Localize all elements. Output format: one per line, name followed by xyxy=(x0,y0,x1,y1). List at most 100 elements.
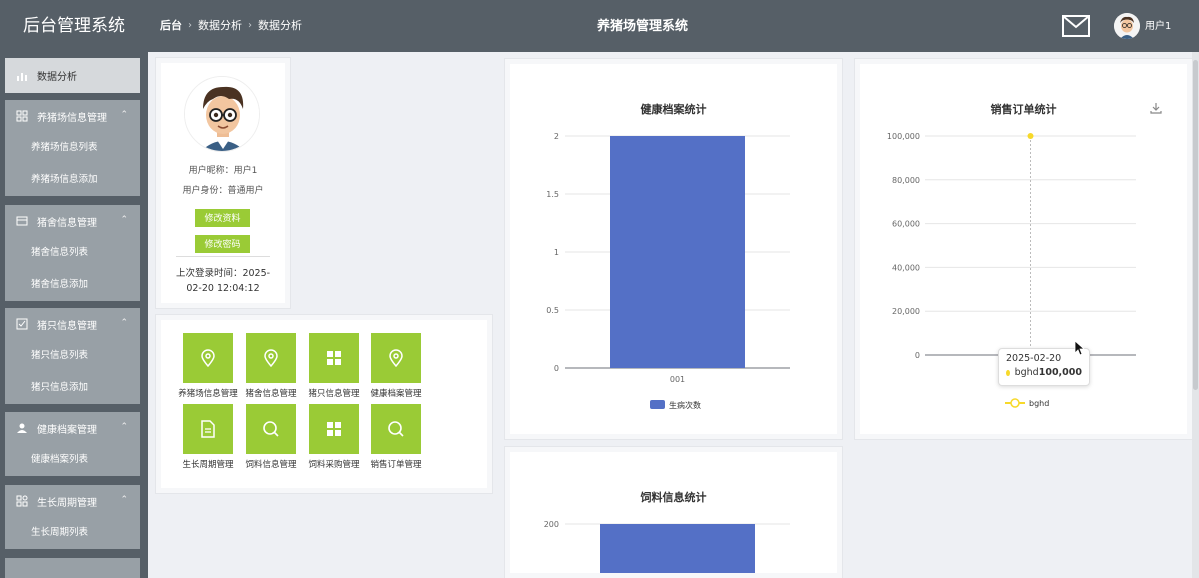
breadcrumb-item: 数据分析 xyxy=(258,19,302,32)
sidebar-item[interactable]: 养猪场信息添加 xyxy=(5,164,140,196)
quick-link-health[interactable]: 健康档案管理 xyxy=(360,333,432,399)
sidebar-item[interactable]: 健康档案列表 xyxy=(5,444,140,476)
edit-profile-button[interactable]: 修改资料 xyxy=(195,209,250,227)
profile-nickname: 用户昵称：用户1 xyxy=(188,166,258,176)
chevron-up-icon: ⌃ xyxy=(120,422,128,432)
legend-label: 生病次数 xyxy=(669,400,701,410)
chevron-up-icon: ⌃ xyxy=(120,495,128,505)
x-tick-label: 001 xyxy=(670,375,685,384)
y-tick-label: 0 xyxy=(554,364,559,373)
sidebar-group-pigsty: 猪舍信息管理 ⌃ 猪舍信息列表 猪舍信息添加 xyxy=(5,205,140,301)
sidebar-item-data-analysis[interactable]: 数据分析 xyxy=(5,58,140,93)
last-login-time: 上次登录时间：2025- xyxy=(175,268,271,279)
sidebar-group-header[interactable]: 猪舍信息管理 ⌃ xyxy=(5,205,140,237)
bar xyxy=(610,136,745,368)
y-tick-label: 1 xyxy=(554,248,559,257)
breadcrumb-separator-icon: › xyxy=(188,20,192,31)
sidebar-item[interactable]: 养猪场信息列表 xyxy=(5,132,140,164)
system-title: 养猪场管理系统 xyxy=(596,19,688,34)
y-tick-label: 80,000 xyxy=(892,176,920,185)
sidebar-group-label: 健康档案管理 xyxy=(37,424,97,436)
sidebar-group-pig: 猪只信息管理 ⌃ 猪只信息列表 猪只信息添加 xyxy=(5,308,140,404)
profile-role: 用户身份：普通用户 xyxy=(182,186,264,196)
quick-link-label: 饲料信息管理 xyxy=(245,460,297,470)
sidebar-item[interactable]: 生长周期列表 xyxy=(5,517,140,549)
sidebar-group-farm: 养猪场信息管理 ⌃ 养猪场信息列表 养猪场信息添加 xyxy=(5,100,140,196)
quick-links-card: 养猪场信息管理 猪舍信息管理 猪只信息管理 健康档案管理 生长周期管理 饲料信息… xyxy=(156,315,492,493)
breadcrumb: 后台 › 数据分析 › 数据分析 xyxy=(160,0,302,52)
feed-bar-chart: 200 xyxy=(544,520,790,573)
y-tick-label: 100,000 xyxy=(887,132,920,141)
sidebar-group-header[interactable]: 生长周期管理 ⌃ xyxy=(5,485,140,517)
data-point xyxy=(1027,133,1034,139)
search-icon xyxy=(246,404,296,454)
search-icon xyxy=(371,404,421,454)
last-login-time-cont: 02-20 12:04:12 xyxy=(186,283,260,294)
top-header: 后台管理系统 后台 › 数据分析 › 数据分析 养猪场管理系统 用户1 xyxy=(0,0,1199,52)
apps-icon xyxy=(16,495,28,507)
grid-icon xyxy=(309,333,359,383)
sidebar-group-health: 健康档案管理 ⌃ 健康档案列表 xyxy=(5,412,140,476)
legend-label: bghd xyxy=(1029,399,1049,408)
y-tick-label: 60,000 xyxy=(892,220,920,229)
sidebar: 数据分析 养猪场信息管理 ⌃ 养猪场信息列表 养猪场信息添加 猪舍信息管理 ⌃ … xyxy=(0,52,148,578)
change-password-button[interactable]: 修改密码 xyxy=(195,235,250,253)
breadcrumb-separator-icon: › xyxy=(248,20,252,31)
health-bar-chart: 0 0.5 1 1.5 2 001 生病次数 xyxy=(546,132,790,410)
quick-link-feed[interactable]: 饲料信息管理 xyxy=(235,404,307,470)
quick-link-label: 生长周期管理 xyxy=(182,460,234,470)
download-icon[interactable] xyxy=(1150,102,1162,114)
feed-chart-card: 饲料信息统计 200 xyxy=(505,447,842,578)
sidebar-group-label: 猪只信息管理 xyxy=(37,320,97,332)
chevron-up-icon: ⌃ xyxy=(120,110,128,120)
y-tick-label: 1.5 xyxy=(546,190,559,199)
sidebar-item[interactable]: 猪只信息列表 xyxy=(5,340,140,372)
mouse-cursor-icon xyxy=(1074,340,1086,356)
sidebar-item-label: 数据分析 xyxy=(37,72,77,83)
chevron-up-icon: ⌃ xyxy=(120,215,128,225)
divider xyxy=(176,256,270,257)
location-icon xyxy=(246,333,296,383)
window-icon xyxy=(16,216,28,226)
health-chart-card: 健康档案统计 0 0.5 1 1.5 2 001 生病次数 xyxy=(505,59,842,439)
quick-link-label: 健康档案管理 xyxy=(370,389,422,399)
y-tick-label: 0 xyxy=(915,351,920,360)
sidebar-group-header[interactable]: 健康档案管理 ⌃ xyxy=(5,412,140,444)
mail-icon[interactable] xyxy=(1062,15,1090,37)
tooltip-value: 100,000 xyxy=(1038,367,1082,378)
series-dot-icon xyxy=(1006,369,1010,376)
sidebar-group-label: 猪舍信息管理 xyxy=(37,217,97,229)
profile-card: 用户昵称：用户1 用户身份：普通用户 修改资料 修改密码 上次登录时间：2025… xyxy=(156,58,290,308)
quick-link-pigsty[interactable]: 猪舍信息管理 xyxy=(235,333,307,399)
sidebar-group-header[interactable]: 猪只信息管理 ⌃ xyxy=(5,308,140,340)
bar-chart-icon xyxy=(17,72,27,81)
quick-link-sales[interactable]: 销售订单管理 xyxy=(360,404,432,470)
sidebar-item[interactable]: 猪舍信息列表 xyxy=(5,237,140,269)
legend-swatch xyxy=(650,400,665,409)
sidebar-group-label: 生长周期管理 xyxy=(37,497,97,509)
checklist-icon xyxy=(16,318,28,330)
quick-link-growth[interactable]: 生长周期管理 xyxy=(172,404,244,470)
location-icon xyxy=(183,333,233,383)
location-icon xyxy=(371,333,421,383)
breadcrumb-item[interactable]: 数据分析 xyxy=(198,0,242,52)
profile-avatar xyxy=(184,76,260,152)
y-tick-label: 0.5 xyxy=(546,306,559,315)
sidebar-group-label: 养猪场信息管理 xyxy=(37,112,107,124)
sidebar-group-header[interactable]: 养猪场信息管理 ⌃ xyxy=(5,100,140,132)
sidebar-group-growth: 生长周期管理 ⌃ 生长周期列表 xyxy=(5,485,140,549)
grid-icon xyxy=(309,404,359,454)
quick-link-label: 销售订单管理 xyxy=(370,460,422,470)
scrollbar-thumb[interactable] xyxy=(1193,60,1198,390)
sidebar-item[interactable]: 猪只信息添加 xyxy=(5,372,140,404)
avatar-icon[interactable] xyxy=(1114,13,1140,39)
sidebar-item[interactable]: 猪舍信息添加 xyxy=(5,269,140,301)
header-user-name[interactable]: 用户1 xyxy=(1145,0,1171,54)
chevron-up-icon: ⌃ xyxy=(120,318,128,328)
quick-link-label: 猪舍信息管理 xyxy=(245,389,297,399)
bar xyxy=(600,524,755,573)
user-icon xyxy=(17,423,27,433)
breadcrumb-home[interactable]: 后台 xyxy=(160,0,182,52)
quick-link-farm[interactable]: 养猪场信息管理 xyxy=(172,333,244,399)
y-tick-label: 20,000 xyxy=(892,307,920,316)
